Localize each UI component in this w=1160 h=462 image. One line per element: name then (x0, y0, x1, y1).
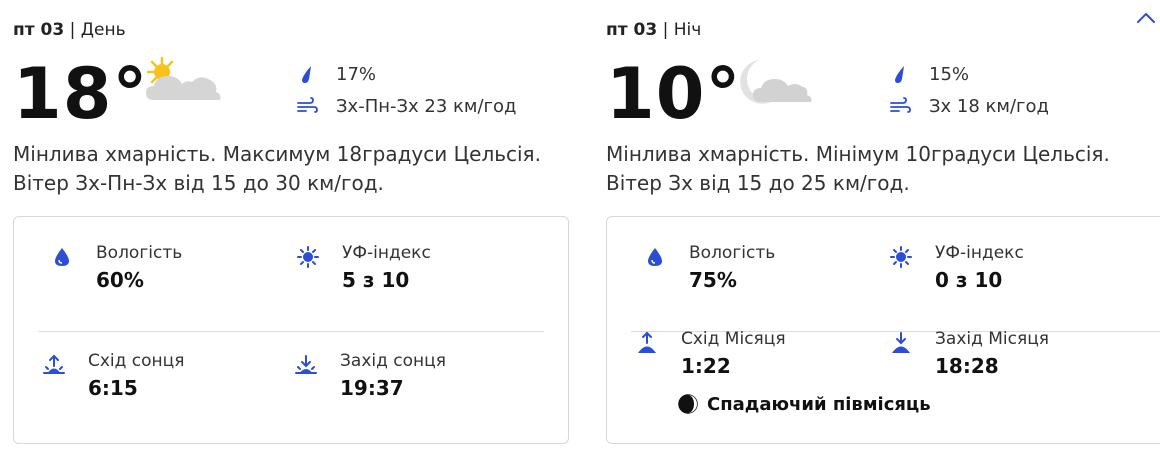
partly-cloudy-night-icon (740, 60, 812, 104)
sunset-icon (295, 355, 317, 374)
day-humidity-label: Вологість (96, 243, 183, 263)
day-sunset-label: Захід сонця (340, 351, 446, 371)
night-quick-stats: 15% Зх 18 км/год (889, 58, 1049, 122)
night-uv-value: 0 з 10 (935, 268, 1003, 292)
day-uv-label: УФ-індекс (342, 243, 431, 263)
night-moonrise-value: 1:22 (681, 354, 731, 378)
moonrise-icon (637, 331, 657, 353)
moonset-icon (891, 332, 911, 353)
raindrop-icon (895, 66, 904, 83)
wind-icon (297, 97, 318, 113)
night-date: пт 03 (606, 20, 658, 40)
day-humidity-value: 60% (96, 268, 144, 292)
humidity-drop-icon (648, 248, 662, 266)
day-sunrise-label: Схід сонця (88, 351, 185, 371)
day-quick-stats: 17% Зх-Пн-Зх 23 км/год (296, 58, 516, 122)
day-forecast-panel: пт 03 | День 18° 17% Зх-Пн-Зх 23 км/год … (0, 0, 569, 462)
night-moonset-value: 18:28 (935, 354, 999, 378)
night-humidity-value: 75% (689, 268, 737, 292)
night-humidity-label: Вологість (689, 243, 776, 263)
uv-sun-icon (297, 246, 319, 268)
day-description: Мінлива хмарність. Максимум 18градуси Це… (13, 142, 541, 195)
day-temperature: 18° (13, 53, 149, 135)
partly-sunny-icon (146, 56, 221, 100)
night-details-card: Вологість 75% УФ-індекс 0 з 10 Схід Міся… (606, 216, 1160, 444)
day-separator: | (69, 20, 76, 40)
waning-crescent-moon-icon (678, 394, 698, 414)
moon-phase: Спадаючий півмісяць (677, 393, 931, 415)
day-precip-row: 17% (296, 58, 516, 90)
uv-sun-icon (890, 246, 912, 268)
day-card-divider (38, 331, 544, 332)
day-period: День (80, 20, 126, 40)
collapse-chevron-up-icon[interactable] (1134, 8, 1158, 28)
night-moonrise-label: Схід Місяця (681, 329, 786, 349)
night-moonset-label: Захід Місяця (935, 329, 1050, 349)
night-uv-label: УФ-індекс (935, 243, 1024, 263)
day-uv-value: 5 з 10 (342, 268, 410, 292)
day-header: пт 03 | День (13, 20, 126, 40)
day-wind-row: Зх-Пн-Зх 23 км/год (296, 90, 516, 122)
night-description: Мінлива хмарність. Мінімум 10градуси Цел… (606, 142, 1110, 195)
night-wind-value: Зх 18 км/год (929, 95, 1049, 117)
day-sunrise-value: 6:15 (88, 376, 138, 400)
day-wind-value: Зх-Пн-Зх 23 км/год (336, 95, 517, 117)
humidity-drop-icon (55, 248, 69, 266)
sunrise-icon (43, 354, 65, 374)
day-sunset-value: 19:37 (340, 376, 404, 400)
night-header: пт 03 | Ніч (606, 20, 701, 40)
night-forecast-panel: пт 03 | Ніч 10° 15% Зх 18 км/год Мінлива… (593, 0, 1160, 462)
night-period: Ніч (673, 20, 702, 40)
wind-icon (890, 97, 911, 113)
raindrop-icon (302, 66, 311, 83)
night-precip-row: 15% (889, 58, 1049, 90)
night-separator: | (662, 20, 669, 40)
night-temperature: 10° (606, 53, 742, 135)
moon-phase-label: Спадаючий півмісяць (707, 393, 931, 415)
night-precip-value: 15% (929, 63, 970, 85)
day-date: пт 03 (13, 20, 65, 40)
day-precip-value: 17% (336, 63, 377, 85)
night-wind-row: Зх 18 км/год (889, 90, 1049, 122)
day-details-card: Вологість 60% УФ-індекс 5 з 10 Схід сонц… (13, 216, 569, 444)
